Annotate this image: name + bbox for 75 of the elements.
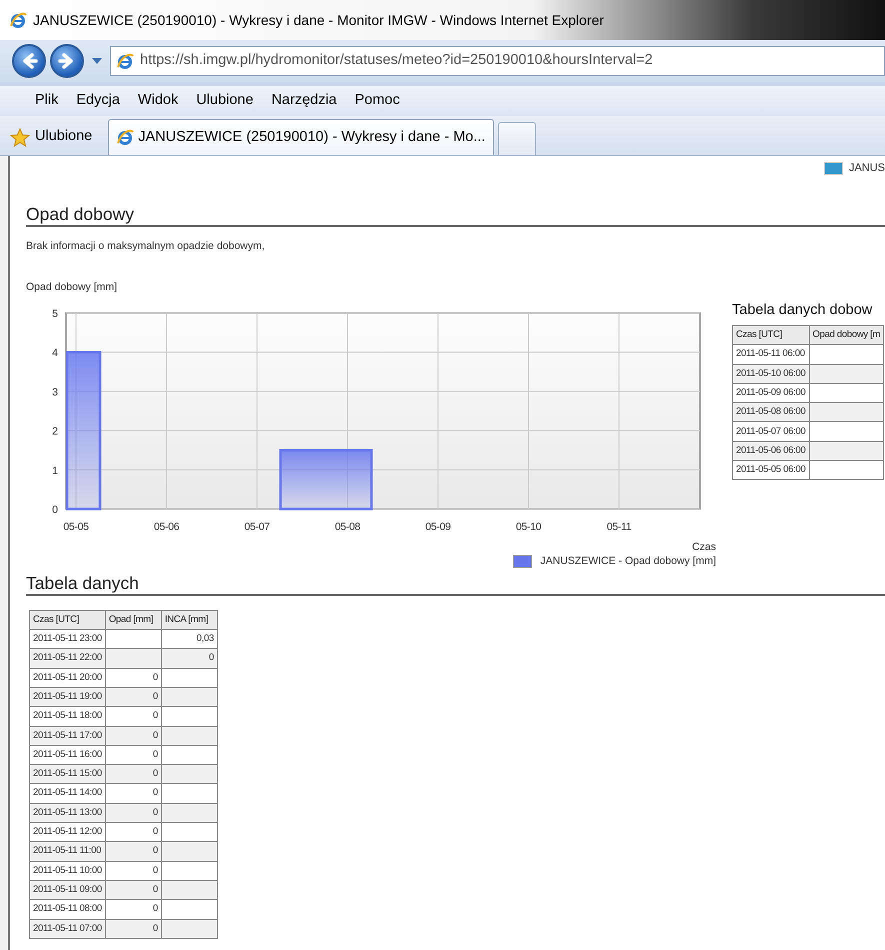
- column-header: INCA [mm]: [161, 610, 218, 630]
- table-cell: 2011-05-11 08:00: [30, 900, 106, 919]
- axis-title: Opad dobowy [mm]: [26, 280, 118, 296]
- tick-label: 4: [52, 347, 58, 360]
- table-cell: 0: [105, 842, 162, 862]
- menu-item[interactable]: Edycja: [67, 88, 129, 114]
- table-cell: 2011-05-07 06:00: [732, 422, 810, 442]
- table-cell: 0: [105, 687, 162, 707]
- table-cell: 2011-05-11 11:00: [30, 842, 106, 862]
- tick-label: 05-09: [425, 521, 451, 533]
- table-cell: 2011-05-11 22:00: [30, 648, 106, 668]
- back-button[interactable]: [12, 44, 46, 78]
- table-cell: 2011-05-11 10:00: [30, 861, 106, 880]
- column-header: Czas [UTC]: [732, 326, 810, 345]
- tick-label: 5: [52, 308, 58, 320]
- menu-item[interactable]: Plik: [26, 88, 68, 114]
- table-cell: 2011-05-11 15:00: [30, 764, 106, 784]
- browser-tab[interactable]: JANUSZEWICE (250190010) - Wykresy i dane - Mo...: [108, 119, 494, 155]
- axis-title: Czas: [692, 541, 716, 553]
- table-cell: 0: [105, 900, 162, 919]
- tick-label: 05-11: [606, 521, 632, 533]
- table-cell: 2011-05-11 13:00: [30, 803, 106, 823]
- section-heading: Opad dobowy: [26, 202, 885, 226]
- table-cell: 2011-05-10 06:00: [732, 364, 810, 384]
- table-cell: 2011-05-11 18:00: [30, 706, 106, 726]
- table-cell: 0: [105, 726, 162, 746]
- table-cell: 0: [105, 706, 162, 726]
- column-header: Opad [mm]: [105, 610, 162, 630]
- star-icon: [10, 128, 30, 146]
- menu-item[interactable]: Ulubione: [187, 88, 262, 114]
- table-cell: 2011-05-11 17:00: [30, 726, 106, 746]
- tick-label: 05-08: [334, 521, 360, 533]
- legend-swatch: [513, 555, 532, 568]
- table-cell: 0: [105, 861, 162, 880]
- table-cell: 2011-05-11 14:00: [30, 784, 106, 804]
- table-cell: 2011-05-11 06:00: [732, 344, 810, 364]
- tick-label: 05-05: [63, 521, 89, 533]
- column-header: Opad dobowy [m: [809, 326, 884, 345]
- tick-label: 2: [52, 426, 58, 438]
- info-message: Brak informacji o maksymalnym opadzie dobowym,: [26, 238, 266, 254]
- tick-label: 3: [52, 386, 58, 398]
- tick-label: 05-10: [516, 521, 542, 533]
- table-cell: 0: [105, 880, 162, 900]
- table-title: Tabela danych dobow: [732, 301, 874, 320]
- favorites-button[interactable]: Ulubione: [10, 119, 104, 155]
- table-cell: 2011-05-11 07:00: [30, 919, 106, 938]
- legend-label: JANUSZEWICE - Opad dobowy [mm]: [540, 554, 716, 569]
- address-field[interactable]: https://sh.imgw.pl/hydromonitor/statuses/meteo?id=250190010&hoursInterval=2: [110, 46, 885, 76]
- menu-item[interactable]: Pomoc: [346, 88, 409, 114]
- table-cell: 2011-05-11 20:00: [30, 668, 106, 688]
- menu-item[interactable]: Narzędzia: [262, 88, 346, 114]
- table-cell: 2011-05-11 09:00: [30, 880, 106, 900]
- window-title: JANUSZEWICE (250190010) - Wykresy i dane - Monitor IMGW - Windows Internet Explorer: [33, 10, 604, 30]
- browser-logo-icon: [10, 12, 27, 28]
- tick-label: 0: [52, 504, 58, 516]
- browser-logo-icon: [117, 129, 134, 146]
- section-heading: Tabela danych: [26, 572, 885, 596]
- menu-item[interactable]: Widok: [128, 88, 188, 114]
- tick-label: 1: [52, 464, 58, 477]
- table-cell: 2011-05-08 06:00: [732, 402, 810, 422]
- table-cell: 0: [105, 803, 162, 823]
- table-cell: 0: [105, 764, 162, 784]
- tick-label: 05-06: [154, 521, 180, 533]
- column-header: Czas [UTC]: [30, 610, 106, 630]
- table-cell: 2011-05-05 06:00: [732, 460, 810, 480]
- table-cell: 2011-05-06 06:00: [732, 441, 810, 461]
- table-cell: 0: [161, 648, 218, 668]
- table-cell: 0: [105, 784, 162, 804]
- table-cell: 2011-05-11 19:00: [30, 687, 106, 707]
- forward-button[interactable]: [50, 44, 84, 78]
- legend-label: JANUS: [848, 161, 885, 176]
- browser-logo-icon: [117, 52, 134, 70]
- table-cell: 0: [105, 668, 162, 688]
- tick-label: 05-07: [244, 521, 270, 533]
- table-cell: 0: [105, 919, 162, 938]
